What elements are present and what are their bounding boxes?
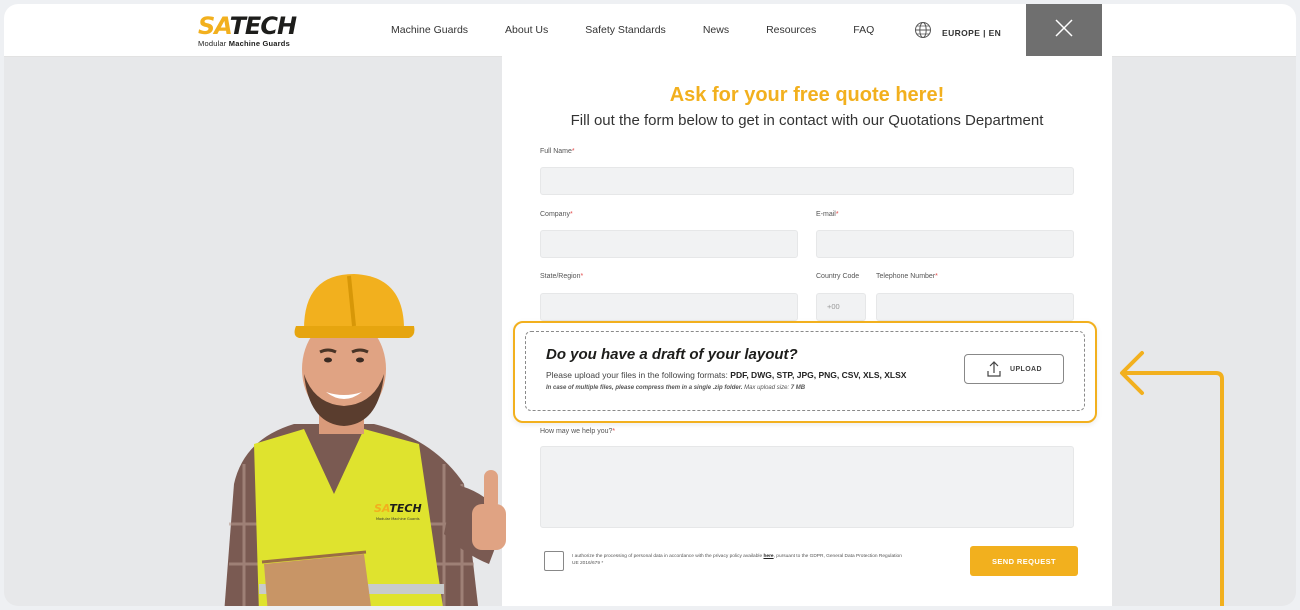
region-label: EUROPE xyxy=(942,27,981,38)
region-language-selector[interactable]: EUROPE | EN xyxy=(914,21,1001,44)
privacy-policy-link[interactable]: here xyxy=(763,554,773,559)
construction-worker-image: SATECH Modular Machine Guards xyxy=(224,274,506,606)
logo-sa: SA xyxy=(198,12,231,40)
top-navigation-bar: SATECH Modular Machine Guards Machine Gu… xyxy=(4,4,1296,57)
nav-news[interactable]: News xyxy=(703,24,729,36)
full-name-label: Full Name* xyxy=(540,148,575,155)
logo-tech: TECH xyxy=(229,12,297,40)
main-nav: Machine Guards About Us Safety Standards… xyxy=(391,4,912,56)
satech-logo[interactable]: SATECH Modular Machine Guards xyxy=(198,12,297,48)
help-textarea[interactable] xyxy=(540,446,1074,528)
state-input[interactable] xyxy=(540,293,798,321)
vest-logo-tech: TECH xyxy=(389,502,421,515)
send-request-button[interactable]: SEND REQUEST xyxy=(970,546,1078,576)
upload-layout-panel: Do you have a draft of your layout? Plea… xyxy=(513,321,1097,423)
country-code-input[interactable]: +00 xyxy=(816,293,866,321)
logo-sub-bold: Machine Guards xyxy=(228,39,290,48)
consent-text: I authorize the processing of personal d… xyxy=(572,554,902,566)
close-button[interactable] xyxy=(1026,4,1102,56)
country-code-label: Country Code xyxy=(816,273,860,280)
email-input[interactable] xyxy=(816,230,1074,258)
nav-resources[interactable]: Resources xyxy=(766,24,816,36)
company-input[interactable] xyxy=(540,230,798,258)
arrow-left-icon xyxy=(1120,351,1224,606)
upload-formats: Please upload your files in the followin… xyxy=(546,370,907,380)
svg-text:SATECH: SATECH xyxy=(374,502,422,515)
vest-logo-sub: Modular Machine Guards xyxy=(376,517,420,521)
upload-button-label: UPLOAD xyxy=(1010,365,1042,373)
upload-button[interactable]: UPLOAD xyxy=(964,354,1064,384)
upload-dropzone[interactable]: Do you have a draft of your layout? Plea… xyxy=(525,331,1085,411)
nav-machine-guards[interactable]: Machine Guards xyxy=(391,24,468,36)
phone-input[interactable] xyxy=(876,293,1074,321)
vest-logo-sa: SA xyxy=(374,502,390,515)
email-label: E-mail* xyxy=(816,211,839,218)
upload-title: Do you have a draft of your layout? xyxy=(546,346,798,363)
nav-about-us[interactable]: About Us xyxy=(505,24,548,36)
upload-note: In case of multiple files, please compre… xyxy=(546,385,806,391)
country-code-placeholder: +00 xyxy=(827,302,840,311)
globe-icon xyxy=(914,21,932,44)
upload-icon xyxy=(986,360,1002,378)
logo-sub-prefix: Modular xyxy=(198,39,227,48)
help-label: How may we help you?* xyxy=(540,428,616,435)
consent-checkbox[interactable] xyxy=(544,551,564,571)
state-label: State/Region* xyxy=(540,273,584,280)
language-label: EN xyxy=(988,27,1002,38)
nav-faq[interactable]: FAQ xyxy=(853,24,874,36)
form-subtitle: Fill out the form below to get in contac… xyxy=(570,112,1044,129)
browser-frame: SATECH Modular Machine Guards Machine Gu… xyxy=(4,4,1296,606)
phone-label: Telephone Number* xyxy=(876,273,938,280)
close-icon xyxy=(1054,18,1074,43)
nav-safety-standards[interactable]: Safety Standards xyxy=(585,24,666,36)
form-title: Ask for your free quote here! xyxy=(669,84,945,106)
region-separator: | xyxy=(983,27,986,38)
full-name-input[interactable] xyxy=(540,167,1074,195)
company-label: Company* xyxy=(540,211,573,218)
